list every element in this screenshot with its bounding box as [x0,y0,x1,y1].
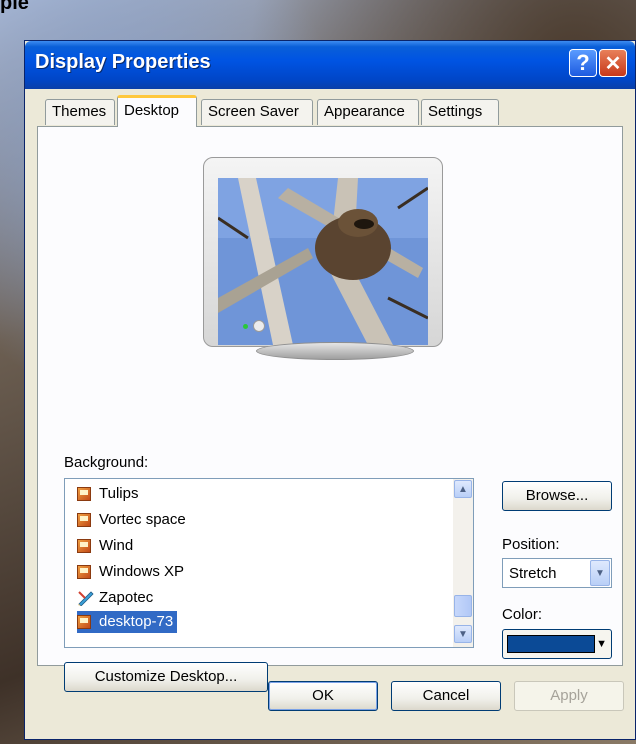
list-item[interactable]: Tulips [77,483,142,505]
background-label: Background: [64,454,149,471]
list-item-label: Wind [99,537,134,554]
chevron-down-icon: ▼ [595,567,605,579]
image-file-icon [77,565,91,579]
listbox-scrollbar[interactable]: ▲ ▼ [453,479,473,647]
list-item-label: Zapotec [99,589,154,606]
position-select[interactable]: Stretch ▼ [502,558,612,588]
background-listbox[interactable]: Tulips Vortec space Wind Windows XP Zapo… [64,478,474,648]
monitor-power-led [243,324,248,329]
position-label: Position: [502,536,560,553]
list-item[interactable]: Zapotec [77,587,157,609]
scroll-down-button[interactable]: ▼ [454,625,472,643]
list-item[interactable]: Wind [77,535,137,557]
ok-button[interactable]: OK [268,681,378,711]
scroll-thumb[interactable] [454,595,472,617]
color-picker-button[interactable]: ▼ [502,629,612,659]
cancel-button[interactable]: Cancel [391,681,501,711]
display-properties-window: Display Properties ? ✕ Themes Desktop Sc… [24,40,636,740]
close-button[interactable]: ✕ [599,49,627,77]
browse-button[interactable]: Browse... [502,481,612,511]
tab-desktop[interactable]: Desktop [117,95,197,127]
list-item-label: Vortec space [99,511,186,528]
chevron-down-icon: ▼ [458,628,468,640]
position-value: Stretch [509,565,557,582]
close-icon: ✕ [604,52,622,75]
monitor-stand [256,342,414,360]
position-dropdown-button[interactable]: ▼ [590,560,610,586]
list-item-label: desktop-73 [99,613,174,630]
wallpaper-preview-image [218,178,428,345]
desktop-partial-text: ple [0,0,29,14]
image-file-icon [77,539,91,553]
scroll-up-button[interactable]: ▲ [454,480,472,498]
pen-image-icon [78,591,94,606]
color-swatch [507,635,595,653]
image-file-icon [77,615,91,629]
desktop-tab-panel: Background: Tulips Vortec space Wind Win… [37,126,623,692]
tab-appearance[interactable]: Appearance [317,99,419,125]
tab-themes[interactable]: Themes [45,99,115,125]
tab-settings[interactable]: Settings [421,99,499,125]
customize-desktop-button[interactable]: Customize Desktop... [64,662,268,692]
tab-screen-saver[interactable]: Screen Saver [201,99,313,125]
chevron-up-icon: ▲ [458,483,468,495]
list-item-selected[interactable]: desktop-73 [77,611,178,633]
chevron-down-icon: ▼ [596,638,607,650]
list-item-label: Windows XP [99,563,185,580]
monitor-power-button [253,320,265,332]
list-item[interactable]: Vortec space [77,509,190,531]
help-icon: ? [576,50,590,75]
list-item[interactable]: Windows XP [77,561,188,583]
color-label: Color: [502,606,543,623]
help-button[interactable]: ? [569,49,597,77]
list-item-label: Tulips [99,485,139,502]
window-title: Display Properties [35,51,211,73]
image-file-icon [77,513,91,527]
monitor-preview [203,157,443,347]
image-file-icon [77,487,91,501]
title-bar[interactable]: Display Properties ? ✕ [25,41,635,89]
apply-button[interactable]: Apply [514,681,624,711]
